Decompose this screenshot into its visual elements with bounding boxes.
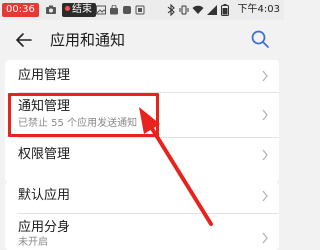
row-subtitle: 未开启 xyxy=(18,237,48,248)
chevron-right-icon xyxy=(262,109,268,121)
wifi-icon xyxy=(192,5,204,14)
status-time-badge: 00:36 xyxy=(2,3,39,17)
row-title: 应用管理 xyxy=(18,68,71,83)
row-title: 应用分身 xyxy=(18,220,71,235)
status-bar: 00:36 结束 下午4:03 xyxy=(0,0,284,20)
settings-card-defaults: 默认应用 应用分身 未开启 xyxy=(5,182,279,250)
camera-icon xyxy=(46,5,56,14)
bluetooth-icon xyxy=(167,4,175,16)
row-title: 默认应用 xyxy=(18,188,71,203)
bag-icon xyxy=(110,5,118,15)
highlight-box xyxy=(8,93,159,137)
app-header: 应用和通知 xyxy=(0,20,284,60)
page-title: 应用和通知 xyxy=(50,31,126,49)
app-icon xyxy=(123,6,131,14)
notification-icon xyxy=(135,5,145,15)
search-icon[interactable] xyxy=(250,29,270,49)
chevron-right-icon xyxy=(262,190,268,202)
chevron-right-icon xyxy=(262,70,268,82)
back-arrow-icon[interactable] xyxy=(14,30,34,50)
row-permission-management[interactable]: 权限管理 xyxy=(5,138,279,182)
row-app-management[interactable]: 应用管理 xyxy=(5,60,279,92)
row-app-twin[interactable]: 应用分身 未开启 xyxy=(5,214,279,250)
status-icons-left xyxy=(96,3,145,17)
recording-indicator[interactable]: 结束 xyxy=(62,3,96,17)
vibrate-icon xyxy=(179,5,189,15)
row-title: 权限管理 xyxy=(18,147,71,162)
image-icon xyxy=(96,5,106,15)
signal-icon xyxy=(207,5,217,15)
status-icons-right xyxy=(167,3,229,17)
chevron-right-icon xyxy=(262,149,268,161)
status-clock: 下午4:03 xyxy=(237,4,280,15)
row-default-apps[interactable]: 默认应用 xyxy=(5,182,279,208)
record-dot-icon xyxy=(65,6,70,11)
recording-label: 结束 xyxy=(72,4,92,15)
battery-icon xyxy=(221,4,229,16)
chevron-right-icon xyxy=(262,232,268,244)
